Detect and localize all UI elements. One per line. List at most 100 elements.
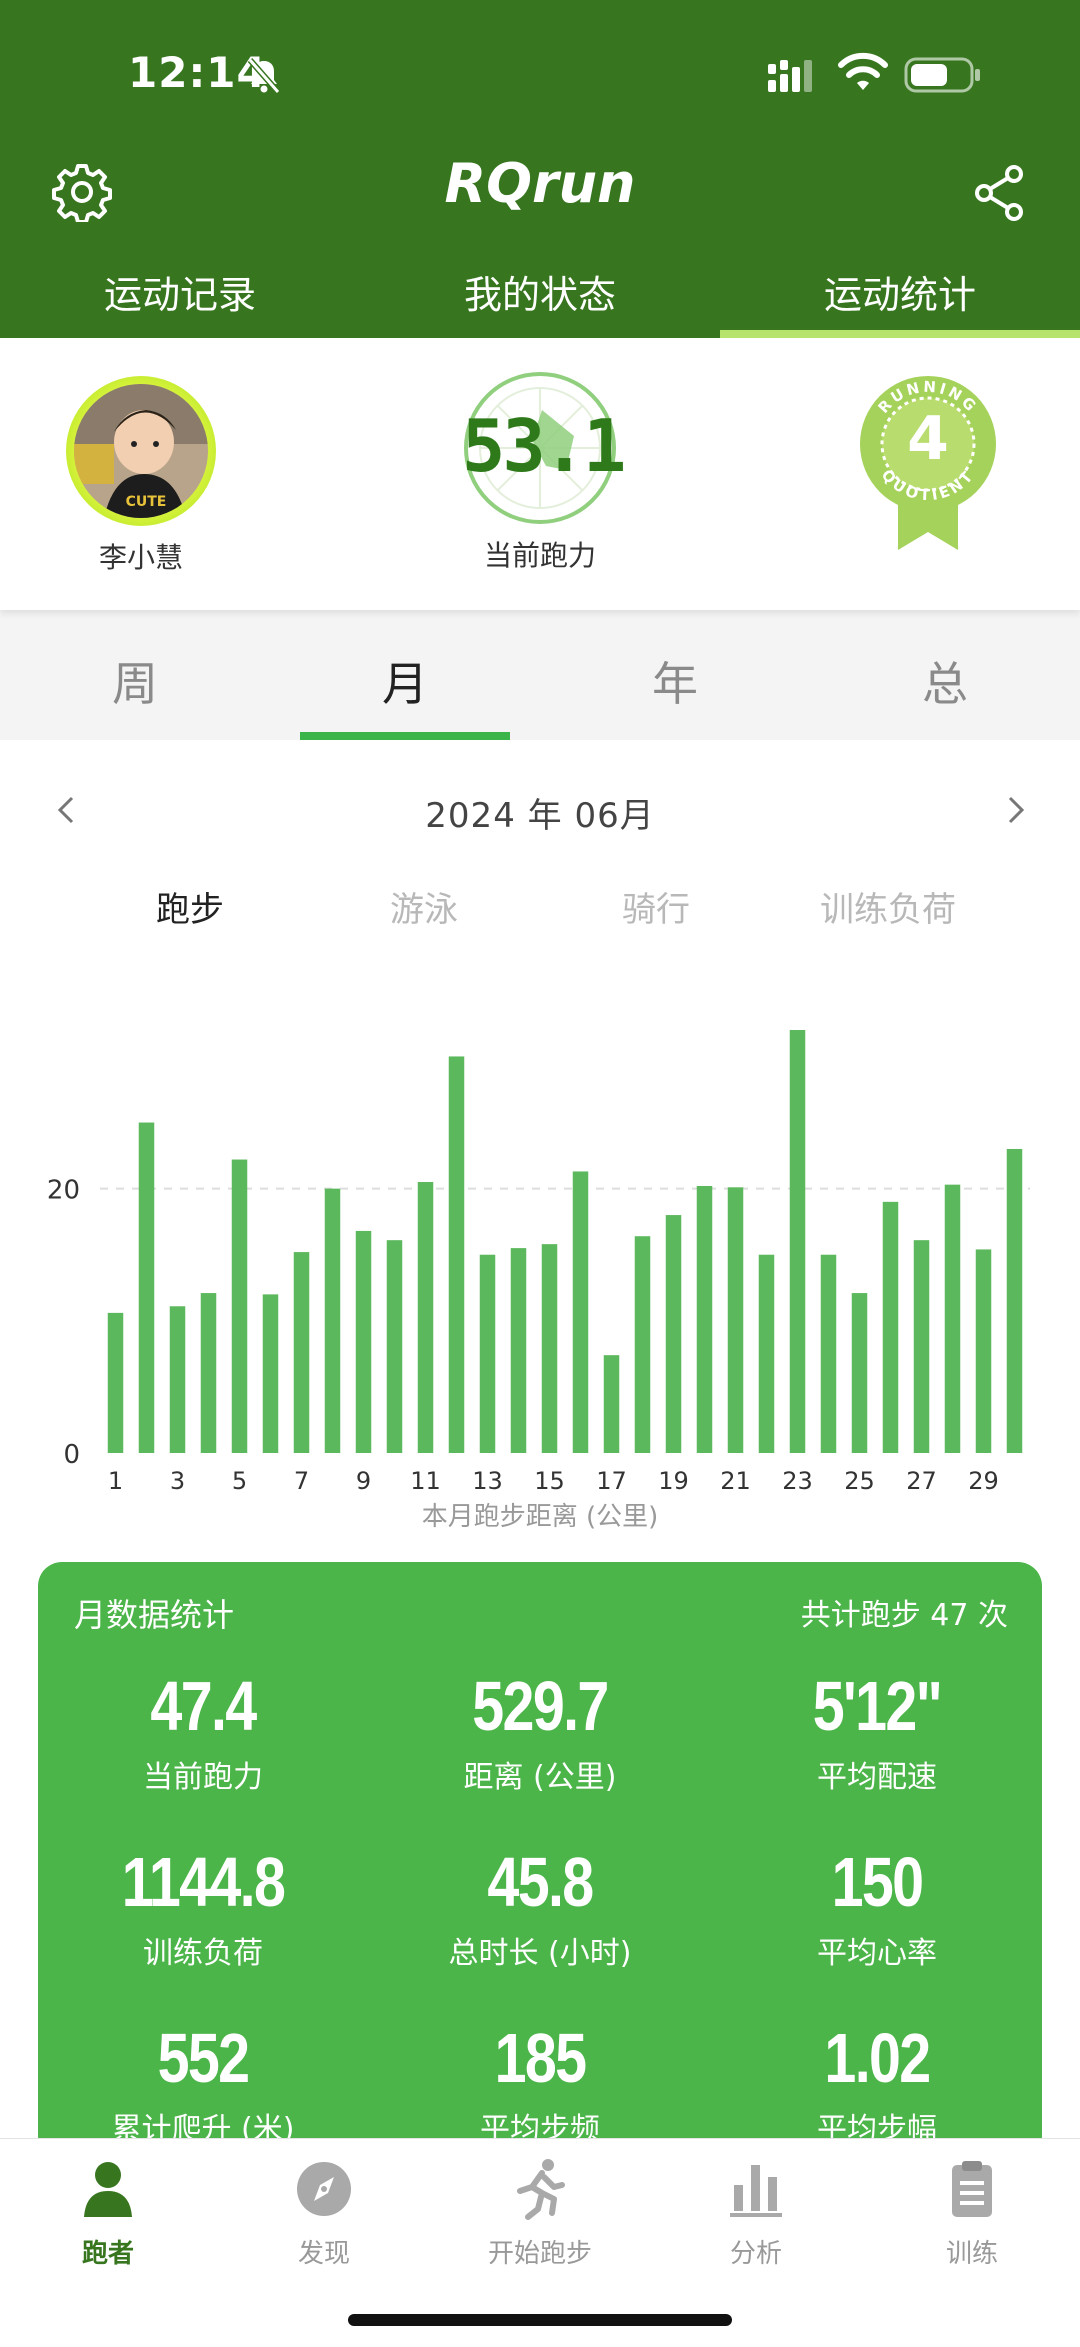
cellular-signal-icon: [768, 60, 812, 92]
nav-runner[interactable]: 跑者: [0, 2157, 216, 2270]
stat-training-load: 1144.8 训练负荷: [38, 1842, 368, 1972]
stat-avg-heart-rate: 150 平均心率: [712, 1842, 1042, 1972]
stat-label: 平均配速: [817, 1760, 937, 1795]
chart-y-tick-label: 0: [63, 1440, 80, 1470]
stat-avg-cadence: 185 平均步频: [375, 2018, 705, 2148]
chart-bar: [417, 1182, 434, 1453]
compass-icon: [297, 2162, 351, 2216]
chevron-right-icon[interactable]: [996, 790, 1036, 830]
stats-card-title: 月数据统计: [74, 1596, 235, 1634]
app-header: 12:14 RQrun 运动记录 我的状态 运动统计: [0, 0, 1080, 338]
stat-value: 150: [831, 1843, 924, 1921]
stat-total-ascent: 552 累计爬升 (米): [38, 2018, 368, 2148]
chart-x-tick-label: 15: [534, 1467, 565, 1495]
stat-label: 训练负荷: [143, 1936, 263, 1971]
chart-bar: [386, 1240, 403, 1453]
chart-bar: [231, 1159, 248, 1453]
chart-bar: [665, 1215, 682, 1453]
badge-level: 4: [907, 404, 949, 474]
tab-training-load[interactable]: 训练负荷: [788, 882, 988, 931]
stat-value: 529.7: [472, 1667, 609, 1745]
stat-label: 当前跑力: [143, 1760, 263, 1795]
running-power-label: 当前跑力: [483, 539, 596, 572]
nav-label: 发现: [297, 2239, 350, 2269]
chart-bar: [293, 1252, 310, 1453]
chart-bar: [944, 1184, 961, 1453]
stat-value: 1.02: [824, 2019, 931, 2097]
stat-distance: 529.7 距离 (公里): [375, 1666, 705, 1796]
chart-x-tick-label: 19: [658, 1467, 689, 1495]
stat-value: 5'12": [812, 1667, 943, 1745]
tab-my-status[interactable]: 我的状态: [360, 260, 720, 338]
running-power-value: 53.1: [462, 404, 626, 488]
top-tab-bar: 运动记录 我的状态 运动统计: [0, 260, 1080, 338]
chart-bar: [107, 1312, 124, 1453]
monthly-stats-card: 月数据统计 共计跑步 47 次 47.4 当前跑力 529.7 距离 (公里) …: [38, 1562, 1042, 2162]
avatar-glow[interactable]: CUTE: [66, 376, 216, 526]
chart-bar: [355, 1230, 372, 1453]
chart-x-tick-label: 27: [906, 1467, 937, 1495]
nav-analysis[interactable]: 分析: [648, 2157, 864, 2270]
chart-bar: [572, 1171, 589, 1453]
chart-bar: [169, 1306, 186, 1453]
chart-bar: [200, 1293, 217, 1453]
stat-avg-pace: 5'12" 平均配速: [712, 1666, 1042, 1796]
bar-chart-icon: [730, 2165, 782, 2217]
bell-slash-icon: [247, 58, 281, 94]
tab-running[interactable]: 跑步: [90, 882, 290, 931]
wifi-icon: [838, 52, 888, 90]
chart-bar: [510, 1248, 527, 1453]
chart-y-tick-label: 20: [47, 1176, 80, 1206]
nav-label: 开始跑步: [487, 2239, 592, 2269]
tab-cycling[interactable]: 骑行: [556, 882, 756, 931]
nav-label: 训练: [945, 2239, 998, 2269]
chart-bar: [851, 1293, 868, 1453]
stat-avg-stride: 1.02 平均步幅: [712, 2018, 1042, 2148]
tab-year[interactable]: 年: [540, 628, 810, 740]
tab-total[interactable]: 总: [810, 628, 1080, 740]
monthly-distance-chart: 0201 3 5 7 9 11 13 15 17 19 21 23 25 27 29: [47, 1030, 1030, 1495]
chart-x-tick-label: 13: [472, 1467, 503, 1495]
chart-x-tick-label: 3: [170, 1467, 185, 1495]
status-bar: 12:14: [0, 0, 1080, 150]
chart-bar: [448, 1056, 465, 1453]
stat-value: 1144.8: [121, 1843, 286, 1921]
tab-exercise-records[interactable]: 运动记录: [0, 260, 360, 338]
stat-label: 距离 (公里): [463, 1760, 617, 1795]
chart-bar: [1006, 1148, 1023, 1453]
svg-text:CUTE: CUTE: [126, 494, 167, 510]
chart-x-tick-label: 11: [410, 1467, 441, 1495]
profile-summary: CUTE 李小慧 53.1 当前跑力 RUNNING QUOTIENT 4: [0, 338, 1080, 610]
chart-x-tick-label: 7: [294, 1467, 309, 1495]
chart-bar: [479, 1254, 496, 1453]
chart-x-tick-label: 25: [844, 1467, 875, 1495]
chart-bar: [541, 1244, 558, 1453]
nav-discover[interactable]: 发现: [216, 2157, 432, 2270]
stat-total-hours: 45.8 总时长 (小时): [375, 1842, 705, 1972]
tab-month[interactable]: 月: [270, 628, 540, 740]
chart-bar: [262, 1294, 279, 1453]
tab-exercise-stats[interactable]: 运动统计: [720, 260, 1080, 338]
chart-x-tick-label: 5: [232, 1467, 247, 1495]
tab-swimming[interactable]: 游泳: [324, 882, 524, 931]
username: 李小慧: [98, 541, 183, 574]
nav-training[interactable]: 训练: [864, 2157, 1080, 2270]
chart-bar: [975, 1249, 992, 1453]
chart-x-tick-label: 23: [782, 1467, 813, 1495]
chart-bar: [634, 1236, 651, 1453]
stat-value: 45.8: [487, 1843, 594, 1921]
stat-value: 47.4: [150, 1667, 257, 1745]
chart-bar: [324, 1188, 341, 1453]
chart-x-tick-label: 21: [720, 1467, 751, 1495]
chart-x-tick-label: 29: [968, 1467, 999, 1495]
chart-bar: [882, 1201, 899, 1453]
period-tab-bar: 周 月 年 总: [0, 628, 1080, 740]
chart-bar: [758, 1254, 775, 1453]
nav-start-run[interactable]: 开始跑步: [432, 2157, 648, 2270]
tab-week[interactable]: 周: [0, 628, 270, 740]
app-title: RQrun: [444, 152, 636, 215]
avatar: CUTE: [74, 384, 208, 518]
chart-x-tick-label: 17: [596, 1467, 627, 1495]
battery-icon: [904, 57, 980, 93]
share-icon[interactable]: [972, 164, 1026, 222]
